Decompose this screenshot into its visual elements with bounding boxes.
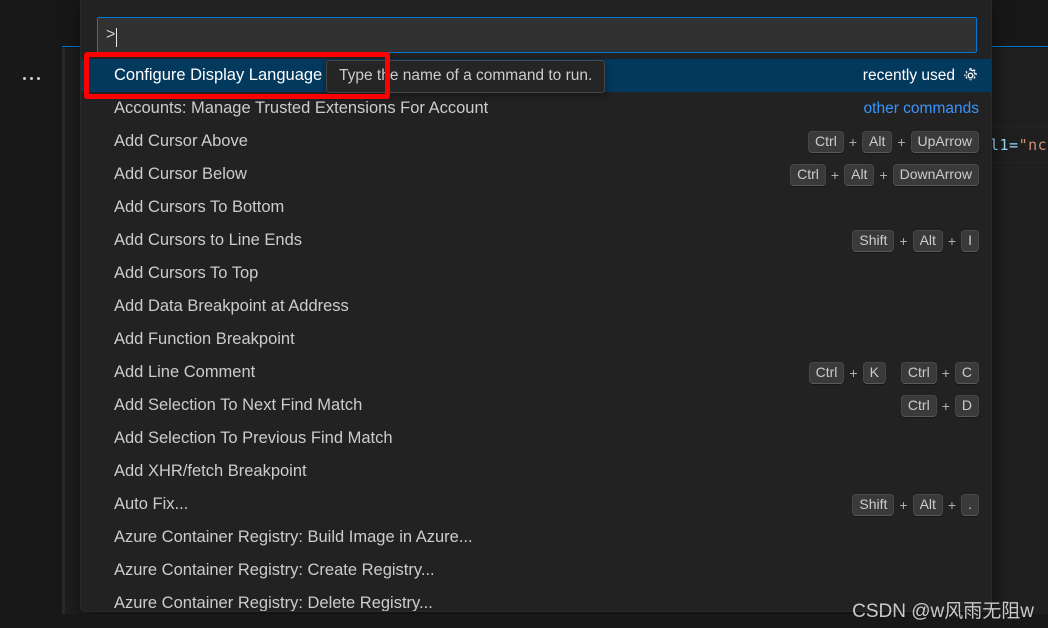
command-list-item[interactable]: Auto Fix... Shift + Alt +. xyxy=(81,488,991,521)
keybinding-key: K xyxy=(862,361,886,384)
command-list-item[interactable]: Azure Container Registry: Create Registr… xyxy=(81,554,991,587)
gear-icon[interactable] xyxy=(962,67,979,84)
command-item-label: Add Line Comment xyxy=(114,363,256,381)
keybinding-separator: + xyxy=(947,496,957,513)
keybinding-key: Ctrl xyxy=(900,361,937,384)
command-list-item[interactable]: Add Cursor Above Ctrl + Alt + UpArrow xyxy=(81,125,991,158)
command-list-item[interactable]: Azure Container Registry: Build Image in… xyxy=(81,521,991,554)
keybinding-key: Ctrl xyxy=(808,130,844,153)
command-list-item[interactable]: Add XHR/fetch Breakpoint xyxy=(81,455,991,488)
keybinding-separator: + xyxy=(899,496,908,513)
code-row-divider xyxy=(990,162,1048,163)
group-label-recently-used: recently used xyxy=(863,67,979,85)
keybinding-separator: + xyxy=(941,364,950,381)
keybinding-separator: + xyxy=(849,364,858,381)
command-item-label: Configure Display Language xyxy=(114,66,323,84)
code-token-attr: l1= xyxy=(990,136,1019,154)
keybinding-key: Shift xyxy=(852,229,895,252)
command-item-label: Azure Container Registry: Build Image in… xyxy=(114,528,473,546)
keybinding: Shift + Alt + I xyxy=(852,229,979,252)
group-label-text: recently used xyxy=(862,66,955,84)
keybinding-chord: Ctrl + Alt + DownArrow xyxy=(790,163,979,186)
keybinding-separator: + xyxy=(947,232,957,249)
command-list-item[interactable]: Add Cursors To Top xyxy=(81,257,991,290)
command-item-label: Add Function Breakpoint xyxy=(114,330,295,348)
keybinding-chord: Ctrl + Alt + UpArrow xyxy=(808,130,979,153)
command-palette-input-wrap[interactable]: > xyxy=(97,17,977,53)
text-caret xyxy=(116,27,118,47)
group-label-text: other commands xyxy=(863,99,979,117)
command-item-label: Auto Fix... xyxy=(114,495,189,513)
command-item-label: Add Cursors To Bottom xyxy=(114,198,285,216)
keybinding-chord: Ctrl + D xyxy=(900,394,979,417)
keybinding-separator: + xyxy=(897,133,906,150)
ellipsis-icon[interactable] xyxy=(14,66,48,90)
keybinding-separator: + xyxy=(848,133,857,150)
code-token-string: " xyxy=(1018,136,1029,154)
keybinding-key: I xyxy=(961,229,979,252)
command-list-item[interactable]: Add Line Comment Ctrl + K Ctrl + C xyxy=(81,356,991,389)
activity-bar xyxy=(0,0,62,628)
keybinding-chord: Ctrl + C xyxy=(900,361,979,384)
keybinding-chord: Ctrl + K xyxy=(808,361,886,384)
command-item-label: Add Data Breakpoint at Address xyxy=(114,297,349,315)
keybinding-key: Alt xyxy=(844,163,875,186)
command-item-label: Add Cursor Above xyxy=(114,132,248,150)
keybinding-key: Ctrl xyxy=(900,394,937,417)
keybinding-separator: + xyxy=(941,397,950,414)
command-list-item[interactable]: Add Cursor Below Ctrl + Alt + DownArrow xyxy=(81,158,991,191)
keybinding: Ctrl + Alt + DownArrow xyxy=(790,163,979,186)
keybinding-key: UpArrow xyxy=(910,130,979,153)
command-item-label: Add Cursors to Line Ends xyxy=(114,231,303,249)
code-token-value: nc xyxy=(1028,136,1048,154)
command-list-item[interactable]: Add Cursors to Line Ends Shift + Alt + I xyxy=(81,224,991,257)
command-item-label: Add XHR/fetch Breakpoint xyxy=(114,462,307,480)
command-list-item[interactable]: Add Selection To Next Find Match Ctrl + D xyxy=(81,389,991,422)
keybinding-key: DownArrow xyxy=(892,163,979,186)
keybinding-key: Alt xyxy=(912,229,943,252)
group-label-other-commands: other commands xyxy=(864,100,979,118)
keybinding-key: Ctrl xyxy=(808,361,845,384)
command-list[interactable]: Configure Display Language recently used A… xyxy=(81,59,991,612)
keybinding-separator: + xyxy=(830,166,840,183)
command-list-item[interactable]: Add Function Breakpoint xyxy=(81,323,991,356)
command-list-item[interactable]: Accounts: Manage Trusted Extensions For … xyxy=(81,92,991,125)
keybinding: Ctrl + D xyxy=(900,394,979,417)
keybinding-key: Ctrl xyxy=(790,163,826,186)
keybinding: Ctrl + K Ctrl + C xyxy=(808,361,979,384)
command-list-item[interactable]: Add Selection To Previous Find Match xyxy=(81,422,991,455)
command-item-label: Azure Container Registry: Delete Registr… xyxy=(114,594,433,612)
code-row-divider xyxy=(990,126,1048,127)
keybinding-key: . xyxy=(961,493,979,516)
keybinding-separator: + xyxy=(899,232,908,249)
command-item-label: Add Selection To Next Find Match xyxy=(114,396,363,414)
keybinding-key: Alt xyxy=(862,130,893,153)
editor-code-fragment: l1="nc xyxy=(990,136,1047,154)
command-item-label: Accounts: Manage Trusted Extensions For … xyxy=(114,99,489,117)
command-list-item[interactable]: Add Cursors To Bottom xyxy=(81,191,991,224)
keybinding-key: Alt xyxy=(912,493,943,516)
command-item-label: Add Selection To Previous Find Match xyxy=(114,429,393,447)
input-hover-tooltip: Type the name of a command to run. xyxy=(326,60,606,93)
search-input[interactable]: > xyxy=(106,26,115,44)
command-list-item[interactable]: Add Data Breakpoint at Address xyxy=(81,290,991,323)
keybinding-key: D xyxy=(954,394,979,417)
keybinding: Ctrl + Alt + UpArrow xyxy=(808,130,979,153)
keybinding-key: Shift xyxy=(852,493,895,516)
keybinding-separator: + xyxy=(879,166,888,183)
keybinding-key: C xyxy=(954,361,979,384)
command-item-label: Add Cursor Below xyxy=(114,165,247,183)
keybinding-chord: Shift + Alt +. xyxy=(852,493,979,516)
watermark: CSDN @w风雨无阻w xyxy=(852,601,1034,622)
keybinding-chord: Shift + Alt + I xyxy=(852,229,979,252)
keybinding: Shift + Alt +. xyxy=(852,493,979,516)
command-item-label: Azure Container Registry: Create Registr… xyxy=(114,561,435,579)
command-item-label: Add Cursors To Top xyxy=(114,264,259,282)
vscode-window: l1="nc > Configure Display Language recen… xyxy=(0,0,1048,628)
